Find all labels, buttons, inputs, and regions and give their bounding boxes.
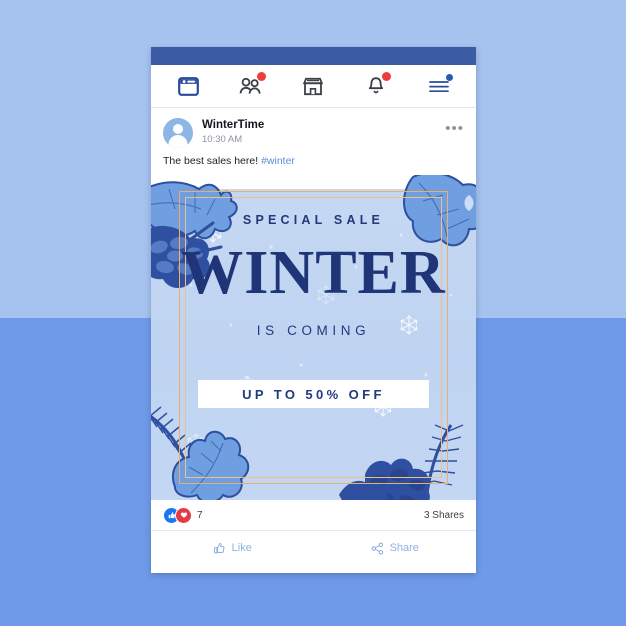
share-button[interactable]: Share (314, 542, 477, 555)
thumbs-up-icon (213, 542, 225, 553)
notifications-bell-icon[interactable] (359, 71, 393, 101)
post-caption: The best sales here! #winter (151, 152, 476, 175)
creative-headline: WINTER (181, 239, 446, 307)
news-feed-icon[interactable] (171, 71, 205, 101)
avatar-head (173, 124, 183, 134)
reaction-love-icon (175, 506, 192, 524)
share-button-label: Share (389, 542, 419, 554)
notifications-badge (382, 72, 392, 81)
post-stats-bar: 7 3 Shares (151, 500, 476, 531)
avatar[interactable] (163, 118, 193, 148)
menu-icon[interactable] (422, 71, 456, 101)
menu-badge (445, 74, 453, 81)
post-image[interactable]: SPECIAL SALE WINTER IS COMING UP TO 50% … (151, 175, 476, 500)
social-post-card: WinterTime 10:30 AM ••• The best sales h… (151, 47, 476, 573)
creative-eyebrow: SPECIAL SALE (242, 213, 385, 227)
friends-badge (256, 72, 266, 81)
post-author-name[interactable]: WinterTime (202, 118, 445, 132)
like-button[interactable]: Like (151, 542, 314, 555)
like-button-label: Like (231, 542, 252, 554)
share-count[interactable]: 3 Shares (424, 510, 464, 521)
marketplace-icon[interactable] (296, 71, 330, 101)
page-root: WinterTime 10:30 AM ••• The best sales h… (0, 0, 626, 626)
avatar-body (168, 135, 188, 148)
creative-offer-text: UP TO 50% OFF (242, 386, 385, 402)
post-caption-text: The best sales here! (163, 155, 259, 167)
post-actions-bar: Like Share (151, 531, 476, 565)
share-icon (371, 542, 383, 554)
friends-icon[interactable] (234, 71, 268, 101)
post-hashtag-link[interactable]: #winter (261, 155, 295, 167)
post-author-block: WinterTime 10:30 AM (202, 118, 445, 147)
creative-subhead: IS COMING (256, 323, 371, 338)
post-more-options-button[interactable]: ••• (445, 118, 464, 136)
post-timestamp: 10:30 AM (202, 134, 243, 145)
reactions-group[interactable]: 7 (163, 506, 203, 524)
reaction-count: 7 (197, 509, 203, 521)
creative-offer-band: UP TO 50% OFF (198, 380, 429, 408)
post-header: WinterTime 10:30 AM ••• (151, 108, 476, 152)
app-topbar (151, 47, 476, 65)
app-nav-bar (151, 65, 476, 108)
